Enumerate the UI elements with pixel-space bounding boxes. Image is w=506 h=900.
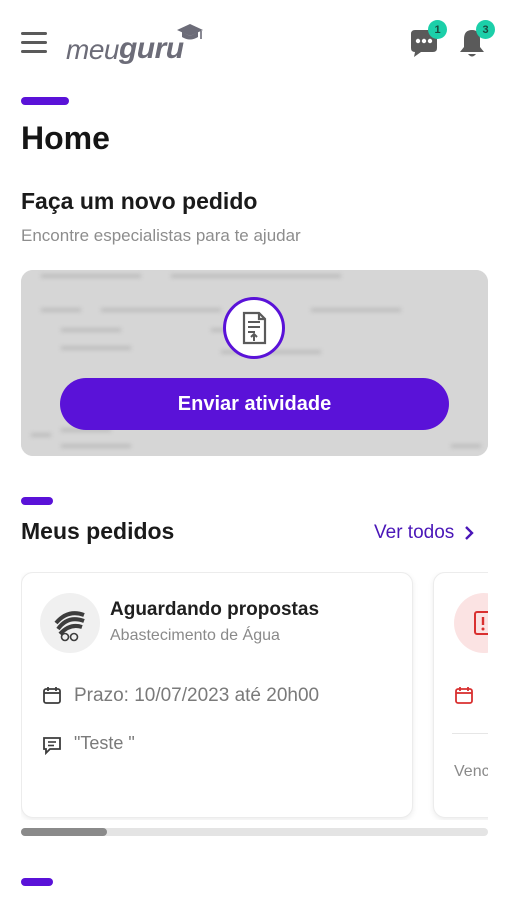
app-header: meu guru 1 3	[0, 0, 506, 88]
chevron-right-icon	[465, 526, 474, 540]
see-all-label: Ver todos	[374, 522, 455, 543]
notifications-button[interactable]: 3	[455, 20, 495, 60]
order-card[interactable]: Aguardando propostas Abastecimento de Ág…	[21, 572, 413, 818]
document-upload-icon	[242, 311, 267, 345]
new-order-subtitle: Encontre especialistas para te ajudar	[21, 226, 301, 245]
send-activity-button[interactable]: Enviar atividade	[60, 378, 449, 430]
alert-avatar	[454, 593, 488, 653]
orders-scrollbar[interactable]	[21, 828, 488, 836]
calendar-icon	[455, 687, 473, 704]
alert-icon	[474, 611, 488, 635]
order-subject: Abastecimento de Água	[110, 627, 280, 644]
see-all-link[interactable]: Ver todos	[374, 522, 474, 544]
chat-badge: 1	[428, 20, 447, 39]
next-section-accent-bar	[21, 878, 53, 886]
orders-carousel[interactable]: Aguardando propostas Abastecimento de Ág…	[21, 572, 488, 820]
upload-document-button[interactable]	[223, 297, 285, 359]
logo-guru: guru	[118, 32, 184, 65]
logo-meu: meu	[66, 34, 119, 65]
calendar-icon	[43, 687, 61, 704]
card-divider	[452, 733, 488, 734]
order-note: "Teste "	[74, 733, 135, 753]
order-partial-text: Venc	[454, 763, 488, 780]
order-deadline: Prazo: 10/07/2023 até 20h00	[74, 685, 320, 706]
title-accent-bar	[21, 97, 69, 105]
page-title: Home	[21, 120, 110, 156]
orders-accent-bar	[21, 497, 53, 505]
orders-title: Meus pedidos	[21, 518, 175, 544]
app-logo: meu guru	[66, 22, 203, 66]
new-order-title: Faça um novo pedido	[21, 188, 258, 214]
comment-icon	[43, 737, 61, 755]
subject-avatar	[40, 593, 100, 653]
water-supply-icon	[54, 611, 85, 642]
graduation-cap-icon	[176, 24, 203, 40]
order-status: Aguardando propostas	[110, 599, 320, 620]
menu-icon[interactable]	[21, 32, 47, 54]
order-card[interactable]: Venc	[433, 572, 488, 818]
chat-button[interactable]: 1	[407, 20, 447, 60]
notification-badge: 3	[476, 20, 495, 39]
orders-scrollbar-thumb[interactable]	[21, 828, 107, 836]
